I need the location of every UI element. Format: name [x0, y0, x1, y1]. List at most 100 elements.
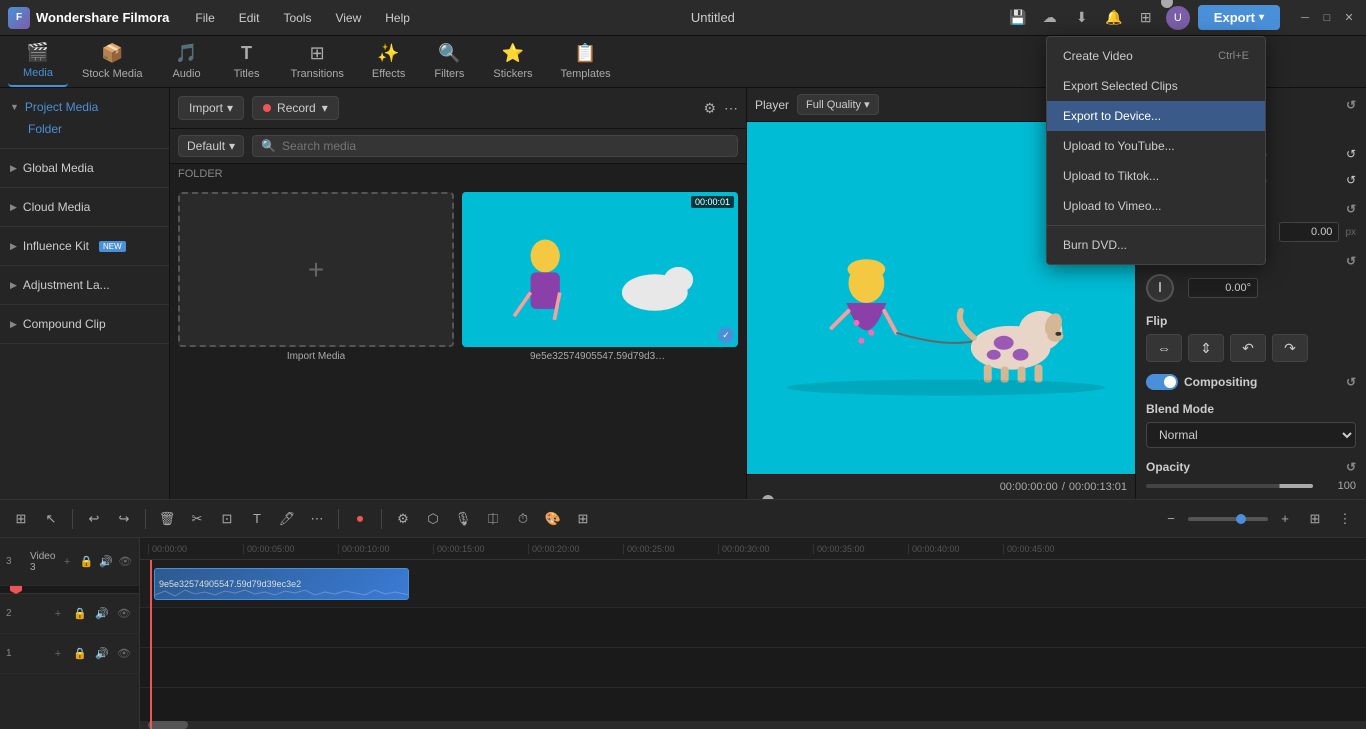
import-button[interactable]: Import ▾: [178, 96, 244, 120]
tab-filters[interactable]: 🔍 Filters: [419, 37, 479, 86]
cloud-icon[interactable]: ☁: [1038, 6, 1062, 30]
zoom-thumb[interactable]: [1236, 514, 1246, 524]
opacity-slider[interactable]: [1146, 484, 1313, 488]
timeline-cut-button[interactable]: ✂: [184, 506, 210, 532]
timeline-grid-button[interactable]: ⊞: [1302, 506, 1328, 532]
track-3-volume-icon[interactable]: 🔊: [98, 553, 113, 571]
scale-y-reset-icon[interactable]: ↺: [1346, 173, 1356, 187]
timeline-scrollbar-thumb[interactable]: [148, 721, 188, 729]
sidebar-item-adjustment[interactable]: ▶ Adjustment La...: [8, 274, 161, 296]
upload-tiktok-item[interactable]: Upload to Tiktok...: [1047, 161, 1265, 191]
track-2-lock-icon[interactable]: 🔒: [71, 605, 89, 623]
sidebar-item-cloud-media[interactable]: ▶ Cloud Media: [8, 196, 161, 218]
timeline-add-track-button[interactable]: ⊞: [8, 506, 34, 532]
tab-media[interactable]: 🎬 Media: [8, 36, 68, 87]
compositing-toggle[interactable]: [1146, 374, 1178, 390]
track-1-volume-icon[interactable]: 🔊: [93, 645, 111, 663]
media-thumbnail[interactable]: 00:00:01 ✓: [462, 192, 738, 347]
position-reset-icon[interactable]: ↺: [1346, 202, 1356, 216]
grid-icon[interactable]: ⊞: [1134, 6, 1158, 30]
quality-select[interactable]: Full Quality ▾: [797, 94, 879, 115]
video-clip[interactable]: 9e5e32574905547.59d79d39ec3e2: [154, 568, 409, 600]
sidebar-item-project-media[interactable]: ▼ Project Media: [8, 96, 161, 118]
timeline-delete-button[interactable]: 🗑: [154, 506, 180, 532]
track-2-eye-icon[interactable]: 👁: [115, 605, 133, 623]
more-options-icon[interactable]: ⋯: [724, 100, 738, 117]
zoom-in-button[interactable]: +: [1272, 506, 1298, 532]
track-2-volume-icon[interactable]: 🔊: [93, 605, 111, 623]
timeline-audio-button[interactable]: 🎙: [450, 506, 476, 532]
tab-transitions[interactable]: ⊞ Transitions: [277, 37, 358, 86]
flip-vertical-button[interactable]: ⇕: [1188, 334, 1224, 362]
blend-mode-select[interactable]: Normal Multiply Screen Overlay: [1146, 422, 1356, 448]
sort-select[interactable]: Default ▾: [178, 135, 244, 157]
list-item[interactable]: + Import Media: [178, 192, 454, 535]
track-1-lock-icon[interactable]: 🔒: [71, 645, 89, 663]
timeline-undo-button[interactable]: ↩: [81, 506, 107, 532]
menu-tools[interactable]: Tools: [273, 7, 321, 29]
scale-x-reset-icon[interactable]: ↺: [1346, 147, 1356, 161]
scale-reset-icon[interactable]: ↺: [1346, 98, 1356, 112]
track-1-add-button[interactable]: +: [49, 645, 67, 663]
timeline-text-button[interactable]: T: [244, 506, 270, 532]
minimize-button[interactable]: ─: [1296, 9, 1314, 27]
timeline-paint-button[interactable]: 🖊: [274, 506, 300, 532]
timeline-options-button[interactable]: ⋮: [1332, 506, 1358, 532]
maximize-button[interactable]: □: [1318, 9, 1336, 27]
import-placeholder[interactable]: +: [178, 192, 454, 347]
save-icon[interactable]: 💾: [1006, 6, 1030, 30]
opacity-reset-icon[interactable]: ↺: [1346, 460, 1356, 474]
menu-file[interactable]: File: [185, 7, 224, 29]
tab-templates[interactable]: 📋 Templates: [546, 37, 624, 86]
track-3-lock-icon[interactable]: 🔒: [79, 553, 94, 571]
timeline-speed-button[interactable]: ⏱: [510, 506, 536, 532]
export-button[interactable]: Export ▾: [1198, 5, 1280, 30]
menu-edit[interactable]: Edit: [229, 7, 270, 29]
timeline-more-button[interactable]: ⋯: [304, 506, 330, 532]
timeline-transform-button[interactable]: ⊞: [570, 506, 596, 532]
timeline-settings-button[interactable]: ⚙: [390, 506, 416, 532]
avatar[interactable]: U: [1166, 6, 1190, 30]
track-1-eye-icon[interactable]: 👁: [115, 645, 133, 663]
search-input[interactable]: [282, 139, 729, 153]
zoom-slider[interactable]: [1188, 517, 1268, 521]
filter-icon[interactable]: ⚙: [703, 100, 716, 117]
track-3-eye-icon[interactable]: 👁: [118, 553, 133, 571]
rotate-right-button[interactable]: ↷: [1272, 334, 1308, 362]
track-2-add-button[interactable]: +: [49, 605, 67, 623]
menu-view[interactable]: View: [325, 7, 371, 29]
tab-effects[interactable]: ✨ Effects: [358, 37, 419, 86]
download-icon[interactable]: ⬇: [1070, 6, 1094, 30]
timeline-crop-button[interactable]: ⊡: [214, 506, 240, 532]
rotate-input[interactable]: [1188, 278, 1258, 298]
sidebar-item-compound-clip[interactable]: ▶ Compound Clip: [8, 313, 161, 335]
pos-y-input[interactable]: [1279, 222, 1339, 242]
track-3-add-button[interactable]: +: [59, 553, 74, 571]
create-video-item[interactable]: Create Video Ctrl+E: [1047, 41, 1265, 71]
record-button[interactable]: Record ▾: [252, 96, 339, 120]
compositing-reset-icon[interactable]: ↺: [1346, 375, 1356, 389]
menu-help[interactable]: Help: [375, 7, 420, 29]
rotate-dial[interactable]: [1146, 274, 1174, 302]
timeline-split-button[interactable]: ⎅: [480, 506, 506, 532]
rotate-reset-icon[interactable]: ↺: [1346, 254, 1356, 268]
timeline-record-button[interactable]: ⏺: [347, 506, 373, 532]
tab-stickers[interactable]: ⭐ Stickers: [479, 37, 546, 86]
list-item[interactable]: 00:00:01 ✓ 9e5e32574905547.59d79d39ec...: [462, 192, 738, 535]
export-selected-clips-item[interactable]: Export Selected Clips: [1047, 71, 1265, 101]
timeline-mask-button[interactable]: ⬡: [420, 506, 446, 532]
timeline-scrollbar[interactable]: [140, 721, 1366, 729]
burn-dvd-item[interactable]: Burn DVD...: [1047, 230, 1265, 260]
upload-youtube-item[interactable]: Upload to YouTube...: [1047, 131, 1265, 161]
rotate-left-button[interactable]: ↶: [1230, 334, 1266, 362]
tab-audio[interactable]: 🎵 Audio: [157, 37, 217, 86]
sidebar-item-global-media[interactable]: ▶ Global Media: [8, 157, 161, 179]
flip-horizontal-button[interactable]: ⇔: [1146, 334, 1182, 362]
upload-vimeo-item[interactable]: Upload to Vimeo...: [1047, 191, 1265, 221]
timeline-color-button[interactable]: 🎨: [540, 506, 566, 532]
sidebar-item-folder[interactable]: Folder: [8, 118, 161, 140]
export-to-device-item[interactable]: Export to Device...: [1047, 101, 1265, 131]
timeline-redo-button[interactable]: ↪: [111, 506, 137, 532]
sidebar-item-influence-kit[interactable]: ▶ Influence Kit NEW: [8, 235, 161, 257]
bell-icon[interactable]: 🔔: [1102, 6, 1126, 30]
